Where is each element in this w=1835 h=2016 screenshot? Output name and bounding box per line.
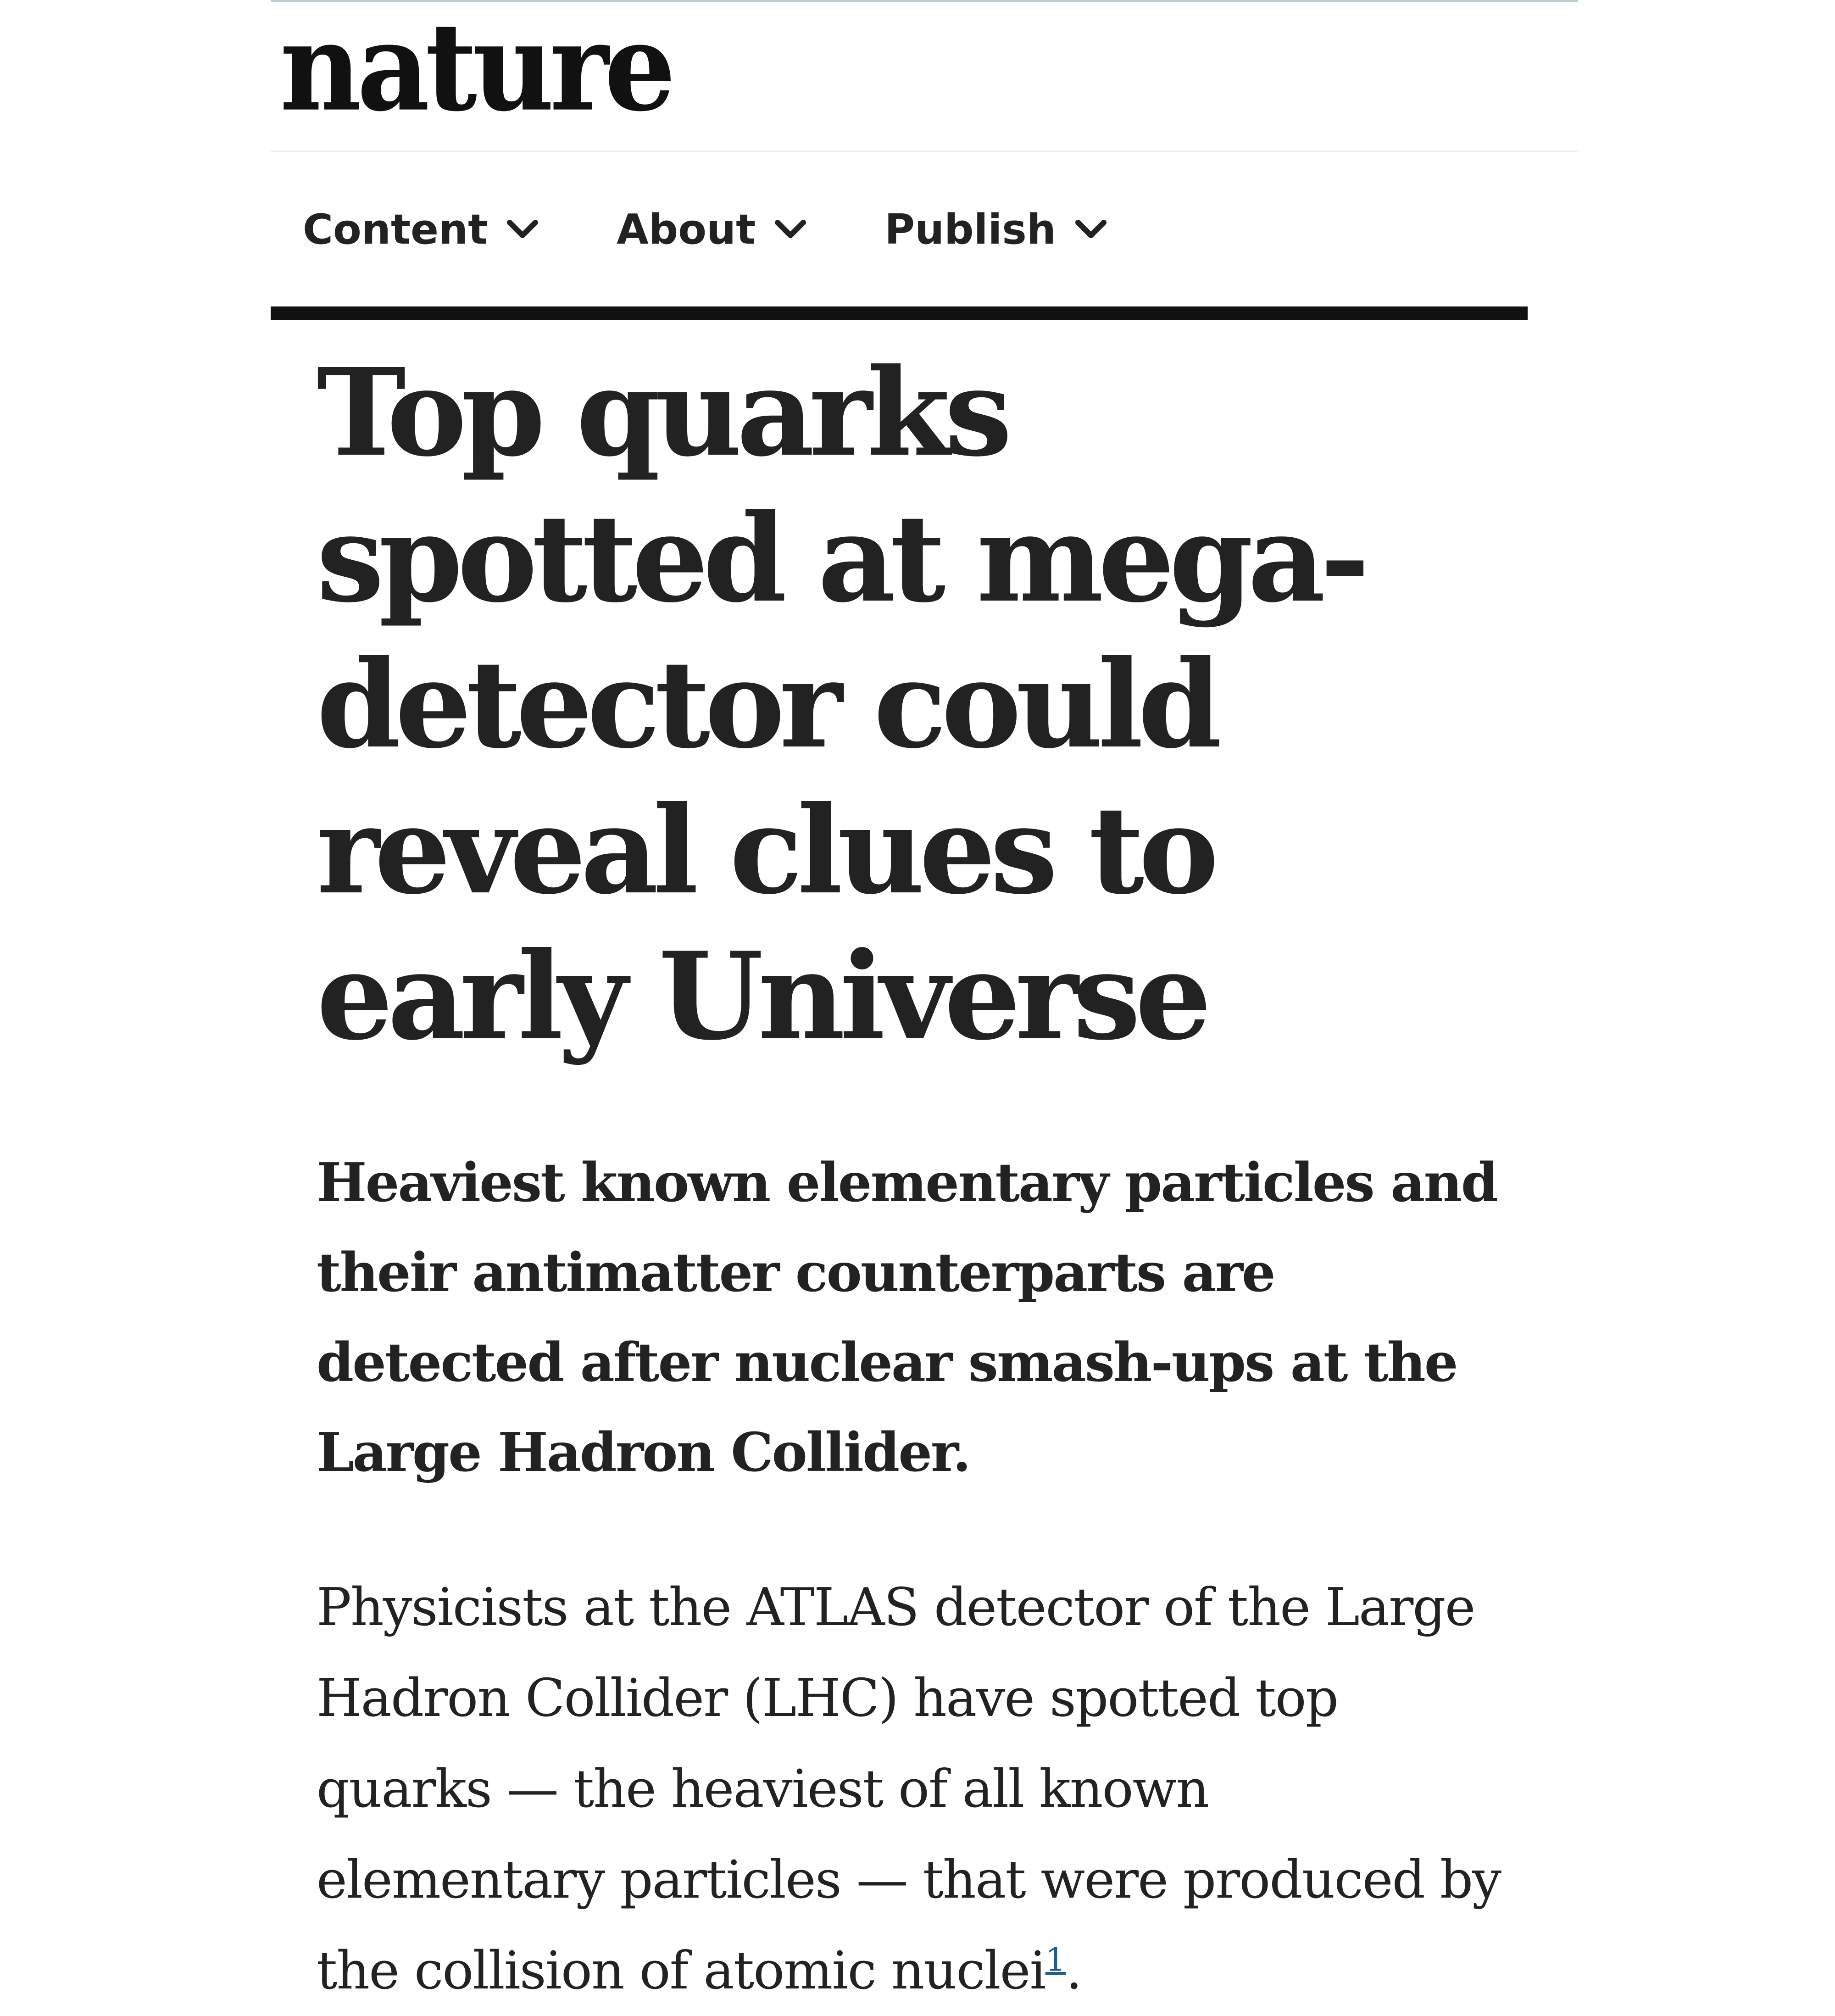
article-body-paragraph: Physicists at the ATLAS detector of the …: [317, 1562, 1509, 2016]
article-standfirst: Heaviest known elementary particles and …: [317, 1152, 1498, 1484]
site-header: nature: [271, 2, 1578, 152]
nav-item-label: About: [617, 205, 756, 254]
body-text: Physicists at the ATLAS detector of the …: [317, 1577, 1501, 2001]
nav-item-label: Publish: [884, 205, 1056, 254]
nav-item-publish[interactable]: Publish: [884, 206, 1109, 254]
chevron-down-icon: [1075, 220, 1107, 238]
chevron-down-icon: [775, 220, 806, 238]
nav-item-about[interactable]: About: [617, 206, 809, 254]
nav-item-content[interactable]: Content: [303, 206, 541, 254]
body-text-end: .: [1066, 1940, 1082, 2001]
nav-divider: [271, 306, 1528, 320]
chevron-down-icon: [507, 220, 539, 238]
article-headline: Top quarks spotted at mega-detector coul…: [317, 342, 1370, 1067]
article: Top quarks spotted at mega-detector coul…: [317, 340, 1528, 2016]
page: nature Content About Publish Top quarks …: [0, 0, 1835, 2001]
nav-item-label: Content: [303, 205, 488, 254]
main-nav: Content About Publish: [303, 197, 1109, 262]
nature-logo[interactable]: nature: [280, 6, 676, 128]
reference-link[interactable]: 1: [1045, 1941, 1066, 1978]
